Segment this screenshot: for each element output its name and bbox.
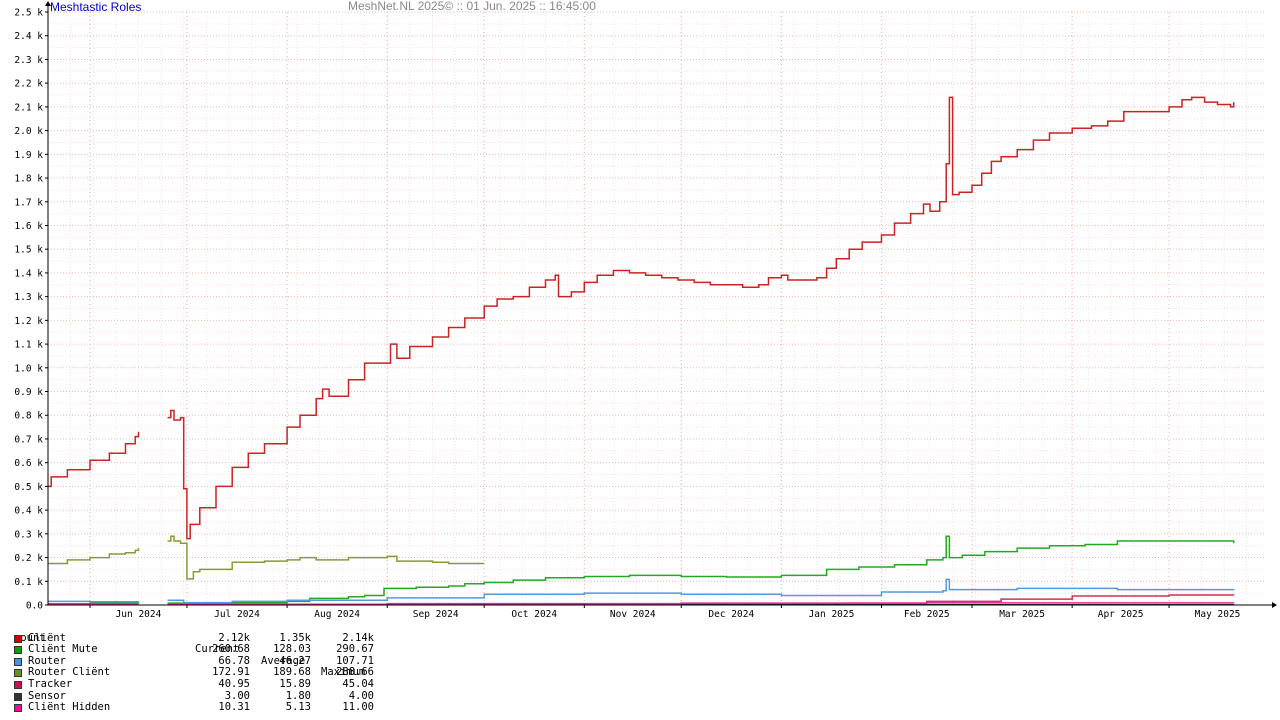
legend-swatch: [14, 657, 22, 666]
x-tick-label: Oct 2024: [511, 609, 557, 620]
legend-average: 15.89: [279, 677, 311, 690]
x-tick-label: Feb 2025: [904, 609, 950, 620]
legend-maximum: 45.04: [342, 677, 374, 690]
legend-header: count Current Average Maximum: [14, 621, 365, 678]
series-line: [167, 96, 1235, 540]
y-tick-label: 1.6 k: [14, 221, 43, 232]
legend-item: Tracker 40.95 15.89 45.04: [14, 678, 374, 691]
y-tick-label: 0.0: [26, 601, 43, 612]
y-tick-label: 1.5 k: [14, 245, 43, 256]
y-tick-label: 1.1 k: [14, 340, 43, 351]
legend-rows: Cliënt 2.12k 1.35k 2.14k Cliënt Mute 260.68 12…: [14, 632, 374, 714]
x-axis-arrow: [1272, 602, 1277, 608]
series-lines: [48, 96, 1235, 606]
y-tick-label: 2.2 k: [14, 79, 43, 90]
x-tick-label: Mar 2025: [999, 609, 1045, 620]
y-tick-label: 2.1 k: [14, 102, 43, 113]
legend: count Current Average Maximum Cliënt 2.12…: [14, 621, 374, 714]
legend-swatch: [14, 692, 22, 701]
legend-current: 40.95: [218, 677, 250, 690]
legend-swatch: [14, 634, 22, 643]
x-tick-label: Jun 2024: [116, 609, 162, 620]
legend-item: Cliënt Hidden 10.31 5.13 11.00: [14, 702, 374, 714]
legend-label: Tracker: [28, 677, 73, 690]
x-tick-label: Dec 2024: [708, 609, 754, 620]
x-tick-label: Sep 2024: [413, 609, 459, 620]
legend-swatch: [14, 704, 22, 713]
legend-swatch: [14, 646, 22, 655]
legend-average: 5.13: [285, 701, 311, 714]
y-tick-label: 1.7 k: [14, 197, 43, 208]
y-tick-label: 0.2 k: [14, 553, 43, 564]
y-tick-label: 2.3 k: [14, 55, 43, 66]
y-tick-label: 2.0 k: [14, 126, 43, 137]
x-tick-label: Nov 2024: [610, 609, 656, 620]
axes: [45, 1, 1277, 608]
y-tick-label: 0.5 k: [14, 482, 43, 493]
legend-swatch: [14, 680, 22, 689]
y-tick-label: 0.7 k: [14, 434, 43, 445]
y-tick-label: 2.4 k: [14, 31, 43, 42]
x-tick-label: Aug 2024: [314, 609, 360, 620]
y-tick-label: 1.9 k: [14, 150, 43, 161]
y-tick-label: 1.8 k: [14, 174, 43, 185]
legend-maximum: 11.00: [342, 701, 374, 714]
x-tick-label: Jan 2025: [809, 609, 855, 620]
chart-title: Meshtastic Roles: [50, 0, 142, 14]
y-tick-label: 1.3 k: [14, 292, 43, 303]
legend-current: 10.31: [218, 701, 250, 714]
grid: [47, 11, 1266, 606]
x-tick-label: May 2025: [1195, 609, 1241, 620]
y-tick-label: 0.1 k: [14, 577, 43, 588]
legend-label: Cliënt Hidden: [28, 701, 111, 714]
y-tick-label: 0.8 k: [14, 411, 43, 422]
x-tick-label: Jul 2024: [214, 609, 260, 620]
series-line: [167, 535, 485, 580]
y-tick-label: 1.0 k: [14, 363, 43, 374]
y-tick-label: 2.5 k: [14, 8, 43, 19]
y-tick-label: 0.4 k: [14, 506, 43, 517]
y-tick-label: 1.4 k: [14, 268, 43, 279]
y-tick-label: 0.6 k: [14, 458, 43, 469]
y-tick-label: 1.2 k: [14, 316, 43, 327]
line-chart: 0.0 0.1 k 0.2 k 0.3 k 0.4 k 0.5 k 0.6 k 0.7 k 0.…: [14, 1, 1277, 621]
y-tick-label: 0.9 k: [14, 387, 43, 398]
y-tick-label: 0.3 k: [14, 529, 43, 540]
legend-swatch: [14, 669, 22, 678]
x-tick-label: Apr 2025: [1098, 609, 1144, 620]
timestamp: MeshNet.NL 2025© :: 01 Jun. 2025 :: 16:4…: [348, 0, 596, 13]
tick-labels: 0.0 0.1 k 0.2 k 0.3 k 0.4 k 0.5 k 0.6 k 0.7 k 0.…: [14, 8, 1240, 621]
